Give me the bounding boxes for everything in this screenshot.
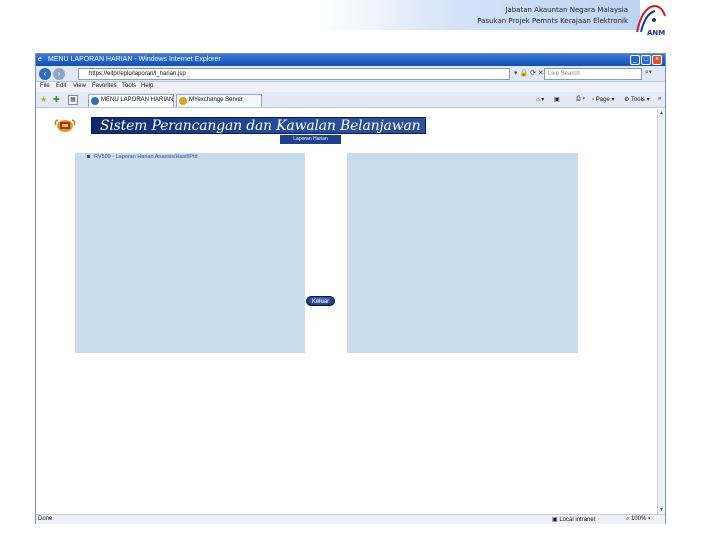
header-gradient-band — [0, 0, 640, 30]
scroll-up-icon[interactable]: ▲ — [658, 109, 665, 117]
home-icon[interactable]: ⌂ ▾ — [536, 96, 544, 103]
address-actions[interactable]: ▾ 🔒 ⟳ ✕ — [514, 69, 544, 77]
ie-browser-window: e MENU LAPORAN HARIAN - Windows Internet… — [35, 53, 666, 524]
system-banner: Sistem Perancangan dan Kawalan Belanjawa… — [91, 117, 426, 134]
page-icon — [91, 97, 99, 105]
quick-tabs-icon[interactable]: ▦ — [68, 95, 78, 105]
report-link-label: RV509 - Laporan Harian Anaxsis/Hasil/Ptd — [94, 154, 198, 160]
page-menu-label: Page — [595, 97, 610, 103]
logo-text: ANM — [647, 29, 666, 37]
zoom-label: 100% — [631, 516, 647, 522]
status-bar: Done ▣ Local intranet ⌕ 100% ▾ — [36, 514, 665, 524]
report-link[interactable]: RV509 - Laporan Harian Anaxsis/Hasil/Ptd — [87, 154, 198, 160]
report-list-panel: RV509 - Laporan Harian Anaxsis/Hasil/Ptd — [75, 153, 305, 353]
maximize-button[interactable]: □ — [641, 55, 651, 65]
search-input[interactable]: Live Search — [544, 68, 642, 80]
menu-file[interactable]: File — [40, 83, 50, 89]
bullet-icon — [87, 155, 90, 159]
back-button[interactable]: ‹ — [39, 68, 51, 80]
page-content: Sistem Perancangan dan Kawalan Belanjawa… — [36, 109, 657, 514]
page-menu[interactable]: ▫ Page ▾ — [592, 96, 615, 103]
tools-menu[interactable]: ⚙ Tools ▾ — [624, 96, 650, 103]
government-crest-icon — [54, 119, 76, 132]
tab-laporan-harian[interactable]: Laporan Harian — [280, 135, 341, 144]
ie-logo-icon: e — [38, 56, 42, 63]
scroll-down-icon[interactable]: ▼ — [658, 506, 665, 514]
tab-bar: ★ ✚ ▦ MENU LAPORAN HARIAN MYexchange Ser… — [36, 92, 665, 108]
tab-label: MENU LAPORAN HARIAN — [101, 97, 174, 103]
close-button[interactable]: × — [652, 55, 662, 65]
address-toolbar: ‹ › https://eitpr/eplo/laporan/l_harian.… — [36, 66, 665, 82]
chevron-more-icon[interactable]: » — [658, 96, 661, 102]
banner-title: Sistem Perancangan dan Kawalan Belanjawa… — [100, 118, 421, 134]
zoom-control[interactable]: ⌕ 100% ▾ — [626, 516, 651, 523]
tab-label: MYexchange Server — [189, 97, 243, 103]
header-agency-name: Jabatan Akauntan Negara Malaysia — [505, 6, 628, 14]
report-detail-panel — [347, 153, 578, 353]
vertical-scrollbar[interactable]: ▲ ▼ — [657, 109, 665, 514]
slide-header: Jabatan Akauntan Negara Malaysia Pasukan… — [0, 0, 720, 40]
window-titlebar[interactable]: e MENU LAPORAN HARIAN - Windows Internet… — [36, 54, 665, 66]
tab-menu-laporan-harian[interactable]: MENU LAPORAN HARIAN — [88, 94, 174, 107]
page-icon — [179, 97, 187, 105]
header-project-name: Pasukan Projek Pemnts Kerajaan Elektroni… — [477, 17, 628, 25]
menu-view[interactable]: View — [73, 83, 86, 89]
zone-label: Local intranet — [559, 517, 596, 523]
menu-edit[interactable]: Edit — [56, 83, 66, 89]
menu-bar: File Edit View Favorites Tools Help — [36, 82, 665, 92]
forward-button[interactable]: › — [53, 68, 65, 80]
window-title: MENU LAPORAN HARIAN - Windows Internet E… — [48, 56, 221, 63]
anm-logo: ANM — [634, 2, 668, 40]
feeds-icon[interactable]: ▣ — [554, 96, 560, 103]
status-text: Done — [38, 516, 53, 522]
address-field[interactable]: https://eitpr/eplo/laporan/l_harian.jsp — [78, 68, 510, 80]
favorites-star-icon[interactable]: ★ — [40, 95, 47, 104]
exit-button[interactable]: Keluar — [306, 296, 335, 306]
tools-menu-label: Tools — [630, 97, 645, 103]
menu-help[interactable]: Help — [141, 83, 153, 89]
add-favorite-icon[interactable]: ✚ — [53, 95, 60, 104]
print-icon[interactable]: ⎙ ▾ — [576, 96, 585, 103]
security-zone: ▣ Local intranet — [552, 517, 596, 523]
menu-tools[interactable]: Tools — [122, 83, 136, 89]
tab-myexchange[interactable]: MYexchange Server — [176, 94, 262, 107]
search-icon[interactable]: ⌕▾ — [645, 69, 652, 77]
menu-favorites[interactable]: Favorites — [92, 83, 117, 89]
minimize-button[interactable]: _ — [630, 55, 640, 65]
